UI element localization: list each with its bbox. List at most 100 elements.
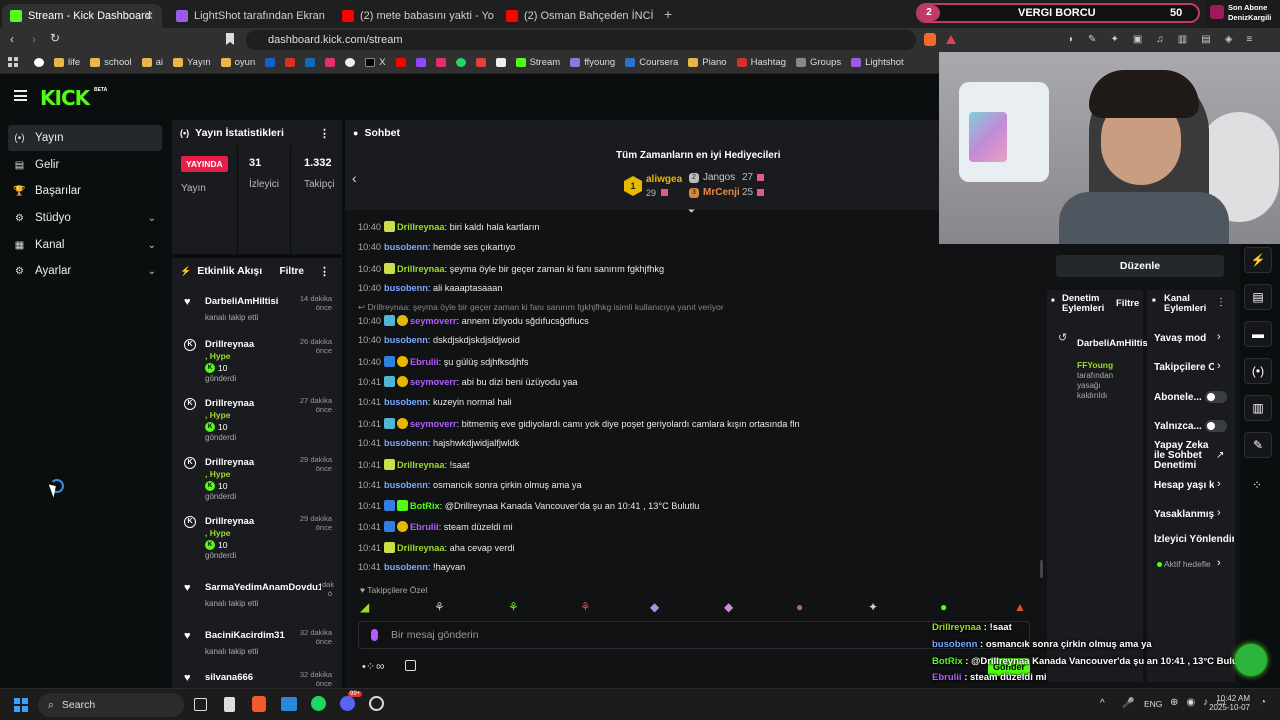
external-link-icon[interactable]: ↗ bbox=[1216, 450, 1224, 461]
settings-dots-icon[interactable]: •⁘ bbox=[362, 660, 375, 673]
emote-icon[interactable]: ◆ bbox=[650, 600, 664, 616]
menu-icon[interactable]: ≡ bbox=[1246, 34, 1252, 46]
activity-username[interactable]: SarmaYedimAnamDovdu1 bbox=[205, 582, 321, 593]
emotes-only-toggle[interactable] bbox=[1205, 420, 1227, 432]
sidebar-item-yayin[interactable]: (•) Yayın bbox=[8, 125, 162, 151]
microphone-icon[interactable]: 🎤 bbox=[1122, 698, 1134, 709]
followers-only-item[interactable]: Takipçilere Ö bbox=[1154, 362, 1214, 373]
activity-username[interactable]: silvana666 bbox=[205, 672, 293, 683]
edit-button[interactable]: Düzenle bbox=[1056, 255, 1224, 277]
close-tab-icon[interactable]: ✕ bbox=[144, 9, 154, 23]
emote-icon[interactable]: ⚘ bbox=[434, 600, 448, 616]
bookmark-coursera[interactable]: Coursera bbox=[625, 57, 678, 68]
forward-icon[interactable]: › bbox=[32, 32, 36, 46]
chat-message[interactable]: 10:40 busobenn: ali kaaaptasaaan bbox=[358, 283, 503, 293]
chevron-right-icon[interactable]: › bbox=[1217, 557, 1221, 569]
chat-username[interactable]: Drillreynaa bbox=[397, 222, 445, 232]
instagram-icon[interactable] bbox=[325, 58, 336, 67]
bookmark-ffyoung[interactable]: ffyoung bbox=[570, 57, 615, 68]
chat-username[interactable]: busobenn bbox=[384, 283, 428, 293]
emote-icon[interactable]: ✦ bbox=[868, 600, 882, 616]
bookmark-school[interactable]: school bbox=[90, 57, 132, 68]
chat-message[interactable]: 10:40 Drillreynaa: şeyma öyle bir geçer z… bbox=[358, 263, 664, 274]
chat-username[interactable]: Drillreynaa bbox=[397, 264, 445, 274]
taskbar-search[interactable]: ⌕ Search bbox=[38, 693, 184, 717]
hamburger-menu-icon[interactable] bbox=[14, 90, 27, 101]
chat-message[interactable]: 10:41 seymoverr: bitmemiş eve gidiyolardı… bbox=[358, 418, 800, 429]
emote-icon[interactable]: ◢ bbox=[360, 600, 374, 616]
tray-chevron-icon[interactable]: ^ bbox=[1100, 698, 1105, 709]
whatsapp-icon[interactable] bbox=[455, 58, 466, 67]
windows-start-icon[interactable] bbox=[14, 698, 28, 712]
tab-youtube-2[interactable]: (2) Osman Bahçeden İNCİR Çalıyor - bbox=[498, 4, 654, 28]
mod-filter-button[interactable]: Filtre bbox=[1116, 298, 1139, 309]
chat-username[interactable]: Drillreynaa bbox=[397, 543, 445, 553]
slow-mode-item[interactable]: Yavaş mod bbox=[1154, 333, 1206, 344]
music-icon[interactable]: ♫ bbox=[1156, 34, 1164, 46]
ai-moderation-item[interactable]: Yapay Zeka ile Sohbet Denetimi bbox=[1154, 441, 1210, 471]
chat-username[interactable]: seymoverr bbox=[410, 316, 456, 326]
bookmark-icon[interactable] bbox=[226, 33, 234, 45]
linkedin-icon[interactable] bbox=[265, 58, 276, 67]
activity-username[interactable]: Drillreynaa bbox=[205, 398, 293, 409]
chevron-left-icon[interactable]: ‹ bbox=[352, 170, 357, 186]
emote-icon[interactable]: ● bbox=[796, 600, 810, 616]
emote-icon[interactable]: ⚘ bbox=[508, 600, 522, 616]
sidebar-item-ayarlar[interactable]: ⚙ Ayarlar ⌄ bbox=[8, 258, 162, 284]
youtube-icon[interactable] bbox=[395, 58, 406, 67]
chat-message[interactable]: 10:41 BotRix: @Drillreynaa Kanada Vancouv… bbox=[358, 500, 699, 511]
chat-message[interactable]: 10:41 busobenn: osmancık sonra çirkin olm… bbox=[358, 480, 582, 490]
store-icon[interactable] bbox=[405, 660, 416, 671]
quick-action-notes-button[interactable]: ▤ bbox=[1244, 284, 1272, 310]
activity-username[interactable]: BaciniKacirdim31 bbox=[205, 630, 293, 641]
chat-username[interactable]: seymoverr bbox=[410, 419, 456, 429]
clock[interactable]: 10:42 AM 2025-10-07 bbox=[1208, 694, 1250, 712]
kick-logo[interactable]: KICK bbox=[40, 86, 90, 110]
sidebar-item-gelir[interactable]: ▤ Gelir bbox=[8, 152, 162, 178]
discord-icon[interactable] bbox=[340, 696, 355, 711]
more-dots-icon[interactable]: ⁘ bbox=[1252, 478, 1262, 492]
bookmark-yayin[interactable]: Yayın bbox=[173, 57, 211, 68]
subscribers-toggle[interactable] bbox=[1205, 391, 1227, 403]
chat-message[interactable]: 10:40 Drillreynaa: biri kaldı hala kartla… bbox=[358, 221, 539, 232]
sidebar-icon[interactable]: ▥ bbox=[1178, 34, 1187, 46]
new-tab-button[interactable]: + bbox=[664, 6, 672, 22]
chat-message[interactable]: 10:40 Ebrulii: şu gülüş sdjhfksdjhfs bbox=[358, 356, 528, 367]
more-options-icon[interactable]: ⋮ bbox=[319, 265, 330, 278]
chevron-right-icon[interactable]: › bbox=[1217, 507, 1221, 519]
chat-username[interactable]: Drillreynaa bbox=[397, 460, 445, 470]
url-field[interactable]: dashboard.kick.com/stream bbox=[246, 30, 916, 50]
emote-icon[interactable]: ⚘ bbox=[580, 600, 594, 616]
extension-icon[interactable]: ▣ bbox=[1133, 34, 1142, 46]
brave-shield-icon[interactable] bbox=[924, 33, 936, 46]
banned-words-item[interactable]: Yasaklanmış bbox=[1154, 509, 1214, 520]
more-options-icon[interactable]: ⋮ bbox=[1216, 297, 1226, 308]
instagram-icon[interactable] bbox=[435, 58, 446, 67]
chat-message[interactable]: 10:41 Drillreynaa: !saat bbox=[358, 459, 470, 470]
chat-message[interactable]: 10:41 busobenn: kuzeyin normal hali bbox=[358, 397, 512, 407]
chat-username[interactable]: Ebrulii bbox=[410, 357, 439, 367]
chat-message[interactable]: 10:40 busobenn: hemde ses çıkartıyo bbox=[358, 242, 515, 252]
shield-icon[interactable]: ◈ bbox=[1225, 34, 1233, 46]
account-age-item[interactable]: Hesap yaşı k bbox=[1154, 480, 1214, 491]
bookmark-hashtag[interactable]: Hashtag bbox=[736, 57, 786, 68]
chat-message[interactable]: 10:41 busobenn: !hayvan bbox=[358, 562, 465, 572]
bookmark-life[interactable]: life bbox=[54, 57, 80, 68]
bookmark-ai[interactable]: ai bbox=[141, 57, 163, 68]
filter-button[interactable]: Filtre bbox=[280, 266, 304, 277]
chat-message[interactable]: 10:41 Ebrulii: steam düzeldi mi bbox=[358, 521, 513, 532]
chat-message[interactable]: 10:40 seymoverr: annem izliyodu sğdıfucsğ… bbox=[358, 315, 589, 326]
brave-rewards-icon[interactable] bbox=[946, 35, 956, 44]
chat-username[interactable]: seymoverr bbox=[410, 377, 456, 387]
chat-username[interactable]: busobenn bbox=[384, 242, 428, 252]
chat-input[interactable]: Bir mesaj gönderin bbox=[358, 621, 1030, 649]
quick-action-lightning-button[interactable]: ⚡ bbox=[1244, 247, 1272, 273]
obs-icon[interactable] bbox=[369, 696, 384, 711]
quick-action-tools-button[interactable]: ✎ bbox=[1244, 432, 1272, 458]
emote-icon[interactable]: ● bbox=[940, 600, 954, 616]
chevron-right-icon[interactable]: › bbox=[1217, 478, 1221, 490]
chat-message[interactable]: 10:40 busobenn: dskdjskdjskdjsldjwoid bbox=[358, 335, 520, 345]
tab-youtube-1[interactable]: (2) mete babasını yakti - YouTube bbox=[334, 4, 494, 28]
tab-lightshot[interactable]: LightShot tarafından Ekran Görüntüs bbox=[168, 4, 328, 28]
chat-username[interactable]: busobenn bbox=[384, 438, 428, 448]
